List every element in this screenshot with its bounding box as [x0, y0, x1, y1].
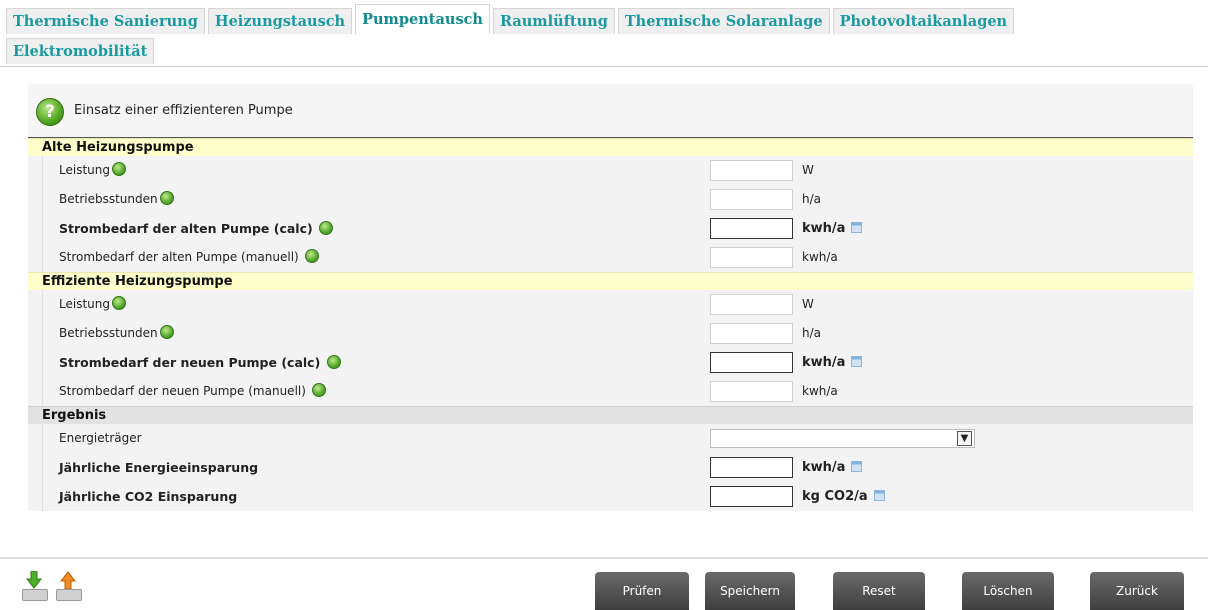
- unit-neu-betriebsstunden: h/a: [802, 326, 822, 340]
- tab-row-1: Thermische Sanierung Heizungstausch Pump…: [6, 4, 1017, 34]
- label-alt-calc: Strombedarf der alten Pumpe (calc): [59, 221, 313, 236]
- tab-heizungstausch[interactable]: Heizungstausch: [207, 8, 353, 34]
- footer-toolbar: Prüfen Speichern Reset Löschen Zurück: [0, 557, 1208, 610]
- section-ergebnis: Ergebnis: [28, 406, 1193, 424]
- row-alt-manuell: Strombedarf der alten Pumpe (manuell) kw…: [28, 243, 1193, 272]
- chevron-down-icon[interactable]: ▼: [957, 431, 972, 446]
- info-icon[interactable]: [319, 221, 334, 235]
- download-icon[interactable]: [22, 571, 48, 601]
- output-neu-calc[interactable]: [710, 352, 793, 373]
- info-icon[interactable]: [304, 249, 319, 263]
- output-alt-calc[interactable]: [710, 218, 793, 239]
- unit-neu-leistung: W: [802, 297, 814, 311]
- panel-title-bar: ? Einsatz einer effizienteren Pumpe: [28, 84, 1193, 138]
- info-icon[interactable]: [326, 355, 341, 369]
- label-alt-leistung: Leistung: [59, 163, 110, 177]
- output-co2-einsparung[interactable]: [710, 486, 793, 507]
- label-energietraeger: Energieträger: [59, 431, 142, 445]
- calculator-icon[interactable]: [851, 461, 863, 472]
- row-co2-einsparung: Jährliche CO2 Einsparung kg CO2/a: [28, 482, 1193, 511]
- section-alte-heizungspumpe: Alte Heizungspumpe: [28, 138, 1193, 156]
- row-neu-manuell: Strombedarf der neuen Pumpe (manuell) kw…: [28, 377, 1193, 406]
- tab-row-2: Elektromobilität: [6, 38, 157, 64]
- unit-co2-einsparung: kg CO2/a: [802, 489, 868, 504]
- loeschen-button[interactable]: Löschen: [962, 572, 1054, 610]
- row-alt-calc: Strombedarf der alten Pumpe (calc) kwh/a: [28, 214, 1193, 243]
- tab-elektromobilitaet[interactable]: Elektromobilität: [6, 38, 155, 64]
- upload-icon[interactable]: [56, 571, 82, 601]
- input-alt-betriebsstunden[interactable]: [710, 189, 793, 210]
- label-neu-betriebsstunden: Betriebsstunden: [59, 326, 158, 340]
- input-alt-leistung[interactable]: [710, 160, 793, 181]
- info-icon[interactable]: [311, 383, 326, 397]
- label-alt-manuell: Strombedarf der alten Pumpe (manuell): [59, 250, 299, 264]
- info-icon[interactable]: [159, 191, 174, 205]
- calculator-icon[interactable]: [873, 490, 885, 501]
- row-energietraeger: Energieträger ▼: [28, 424, 1193, 453]
- energietraeger-select[interactable]: ▼: [710, 429, 975, 448]
- label-neu-calc: Strombedarf der neuen Pumpe (calc): [59, 355, 321, 370]
- tab-bar: Thermische Sanierung Heizungstausch Pump…: [0, 0, 1208, 67]
- unit-neu-calc: kwh/a: [802, 355, 846, 370]
- unit-neu-manuell: kwh/a: [802, 384, 838, 398]
- input-neu-leistung[interactable]: [710, 294, 793, 315]
- input-neu-betriebsstunden[interactable]: [710, 323, 793, 344]
- output-energieeinsparung[interactable]: [710, 457, 793, 478]
- unit-energieeinsparung: kwh/a: [802, 460, 846, 475]
- label-energieeinsparung: Jährliche Energieeinsparung: [59, 460, 259, 475]
- row-neu-leistung: Leistung W: [28, 290, 1193, 319]
- row-neu-calc: Strombedarf der neuen Pumpe (calc) kwh/a: [28, 348, 1193, 377]
- tab-thermische-solaranlage[interactable]: Thermische Solaranlage: [617, 8, 830, 34]
- row-neu-betriebsstunden: Betriebsstunden h/a: [28, 319, 1193, 348]
- label-co2-einsparung: Jährliche CO2 Einsparung: [59, 489, 238, 504]
- tab-pumpentausch[interactable]: Pumpentausch: [355, 4, 490, 34]
- tab-photovoltaikanlagen[interactable]: Photovoltaikanlagen: [832, 8, 1015, 34]
- input-alt-manuell[interactable]: [710, 247, 793, 268]
- row-alt-betriebsstunden: Betriebsstunden h/a: [28, 185, 1193, 214]
- label-alt-betriebsstunden: Betriebsstunden: [59, 192, 158, 206]
- pruefen-button[interactable]: Prüfen: [595, 572, 689, 610]
- row-alt-leistung: Leistung W: [28, 156, 1193, 185]
- label-neu-manuell: Strombedarf der neuen Pumpe (manuell): [59, 384, 306, 398]
- info-icon[interactable]: [111, 162, 126, 176]
- tab-thermische-sanierung[interactable]: Thermische Sanierung: [6, 8, 205, 34]
- input-neu-manuell[interactable]: [710, 381, 793, 402]
- form-panel: ? Einsatz einer effizienteren Pumpe Alte…: [28, 84, 1193, 511]
- unit-alt-betriebsstunden: h/a: [802, 192, 822, 206]
- info-icon[interactable]: [159, 325, 174, 339]
- calculator-icon[interactable]: [851, 222, 863, 233]
- unit-alt-leistung: W: [802, 163, 814, 177]
- unit-alt-calc: kwh/a: [802, 221, 846, 236]
- section-effiziente-heizungspumpe: Effiziente Heizungspumpe: [28, 272, 1193, 290]
- panel-title: Einsatz einer effizienteren Pumpe: [74, 103, 293, 118]
- zurueck-button[interactable]: Zurück: [1090, 572, 1184, 610]
- unit-alt-manuell: kwh/a: [802, 250, 838, 264]
- tab-raumlueftung[interactable]: Raumlüftung: [492, 8, 615, 34]
- help-icon[interactable]: ?: [36, 98, 64, 126]
- speichern-button[interactable]: Speichern: [705, 572, 795, 610]
- label-neu-leistung: Leistung: [59, 297, 110, 311]
- info-icon[interactable]: [111, 296, 126, 310]
- calculator-icon[interactable]: [851, 356, 863, 367]
- reset-button[interactable]: Reset: [833, 572, 925, 610]
- row-energieeinsparung: Jährliche Energieeinsparung kwh/a: [28, 453, 1193, 482]
